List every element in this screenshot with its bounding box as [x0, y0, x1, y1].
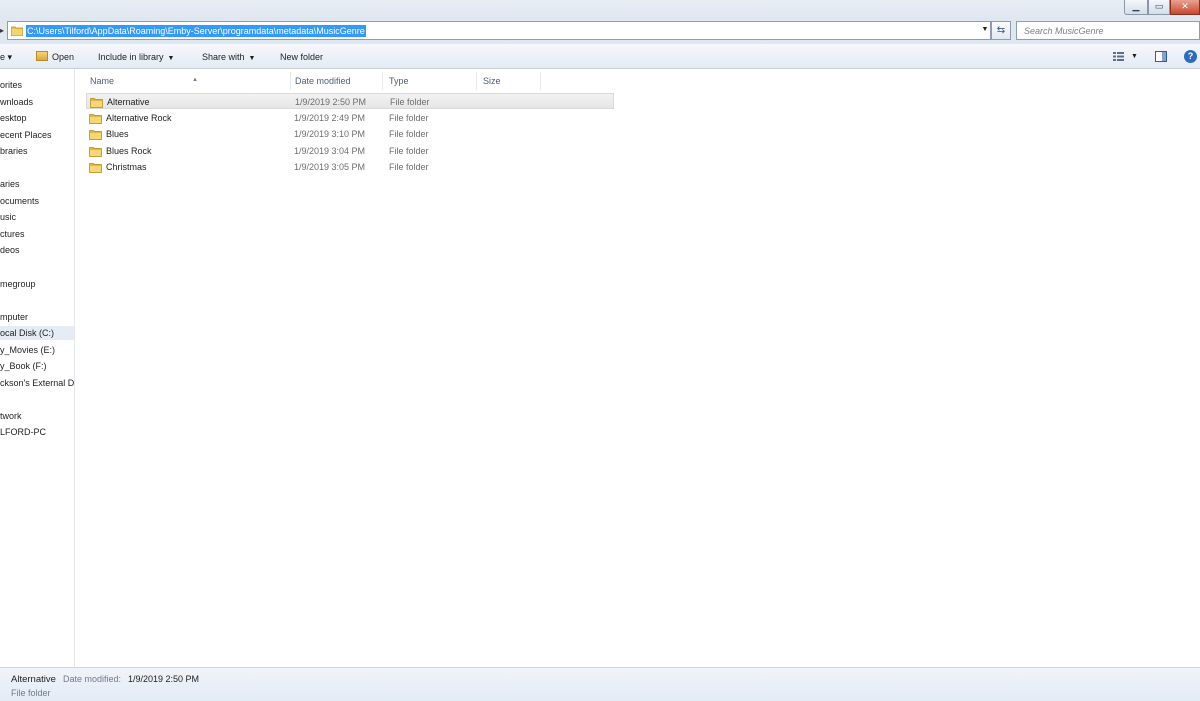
- file-type: File folder: [389, 145, 429, 156]
- nav-item[interactable]: y_Movies (E:): [0, 343, 55, 357]
- address-dropdown-icon[interactable]: ▼: [980, 24, 990, 36]
- folder-icon: [89, 163, 102, 173]
- file-date-modified: 1/9/2019 3:04 PM: [294, 145, 366, 156]
- maximize-button[interactable]: ▭: [1148, 0, 1170, 15]
- nav-item[interactable]: megroup: [0, 277, 36, 291]
- column-header-name[interactable]: Name ▲: [84, 72, 291, 90]
- file-date-modified: 1/9/2019 2:50 PM: [295, 97, 367, 107]
- column-header-size-label: Size: [483, 76, 501, 86]
- folder-icon: [89, 113, 102, 124]
- column-header-name-label: Name: [90, 76, 115, 86]
- details-pane: Alternative Date modified: 1/9/2019 2:50…: [0, 667, 1200, 701]
- help-icon[interactable]: ?: [1184, 50, 1197, 63]
- nav-item[interactable]: ocuments: [0, 194, 39, 208]
- file-type: File folder: [389, 112, 429, 123]
- search-placeholder: Search MusicGenre: [1024, 26, 1104, 36]
- chevron-down-icon: ▼: [248, 55, 256, 62]
- nav-item[interactable]: ecent Places: [0, 128, 52, 142]
- nav-item[interactable]: ocal Disk (C:): [0, 326, 74, 340]
- chevron-down-icon: ▼: [167, 55, 175, 62]
- column-header-size[interactable]: Size: [477, 72, 541, 90]
- details-date-value: 1/9/2019 2:50 PM: [128, 674, 200, 684]
- command-bar: e ▾ Open Include in library ▼ Share with ▼…: [0, 44, 1200, 69]
- nav-item[interactable]: aries: [0, 177, 20, 191]
- folder-icon: [89, 130, 102, 140]
- organize-button[interactable]: e ▾: [0, 50, 12, 64]
- share-with-button[interactable]: Share with ▼: [202, 50, 255, 64]
- folder-icon: [89, 146, 102, 157]
- nav-item[interactable]: deos: [0, 243, 20, 257]
- folder-icon: [11, 26, 23, 36]
- view-options-dropdown-icon[interactable]: ▼: [1131, 50, 1138, 64]
- file-date-modified: 1/9/2019 3:05 PM: [294, 162, 366, 172]
- file-type: File folder: [390, 97, 430, 107]
- column-header-type-label: Type: [389, 76, 409, 86]
- table-row[interactable]: Alternative 1/9/2019 2:50 PM File folder: [86, 93, 614, 109]
- open-folder-icon: [36, 51, 48, 61]
- preview-pane-icon[interactable]: [1155, 51, 1167, 62]
- breadcrumb-arrow-icon[interactable]: ▸: [0, 25, 7, 37]
- file-type: File folder: [389, 162, 429, 172]
- folder-icon: [90, 98, 103, 108]
- file-date-modified: 1/9/2019 2:49 PM: [294, 112, 366, 123]
- file-name: Alternative: [107, 97, 150, 107]
- share-with-label: Share with: [202, 52, 245, 62]
- file-name: Blues: [106, 129, 129, 139]
- open-label: Open: [52, 52, 75, 62]
- navigation-pane: orites wnloads esktop ecent Places braries ar…: [0, 69, 75, 667]
- close-button[interactable]: ✕: [1170, 0, 1200, 15]
- nav-item[interactable]: ckson's External D: [0, 376, 74, 390]
- include-in-library-label: Include in library: [98, 52, 164, 62]
- open-button[interactable]: Open: [36, 50, 74, 64]
- table-row[interactable]: Christmas 1/9/2019 3:05 PM File folder: [86, 159, 614, 175]
- new-folder-button[interactable]: New folder: [280, 50, 323, 64]
- nav-item[interactable]: y_Book (F:): [0, 359, 47, 373]
- refresh-button[interactable]: ⇆: [991, 21, 1011, 40]
- include-in-library-button[interactable]: Include in library ▼: [98, 50, 174, 64]
- search-input[interactable]: Search MusicGenre: [1016, 21, 1200, 40]
- address-path-text[interactable]: C:\Users\Tilford\AppData\Roaming\Emby-Se…: [26, 25, 366, 37]
- file-list: Name ▲ Date modified Type Size Alternati…: [76, 69, 1200, 667]
- column-header-date-modified[interactable]: Date modified: [289, 72, 383, 90]
- file-type: File folder: [389, 129, 429, 139]
- minimize-button[interactable]: ▁: [1124, 0, 1148, 15]
- sort-ascending-icon: ▲: [192, 77, 198, 83]
- file-name: Blues Rock: [106, 145, 152, 156]
- nav-item[interactable]: ctures: [0, 227, 25, 241]
- title-bar: ▁ ▭ ✕: [0, 0, 1200, 18]
- table-row[interactable]: Alternative Rock 1/9/2019 2:49 PM File fol…: [86, 110, 614, 126]
- nav-item[interactable]: twork: [0, 409, 22, 423]
- nav-item[interactable]: braries: [0, 144, 28, 158]
- change-view-icon[interactable]: [1113, 52, 1124, 61]
- file-date-modified: 1/9/2019 3:10 PM: [294, 129, 366, 139]
- table-row[interactable]: Blues Rock 1/9/2019 3:04 PM File folder: [86, 143, 614, 159]
- file-name: Alternative Rock: [106, 112, 172, 123]
- nav-item[interactable]: orites: [0, 78, 22, 92]
- address-bar[interactable]: C:\Users\Tilford\AppData\Roaming\Emby-Se…: [7, 21, 991, 40]
- details-type-value: File folder: [11, 688, 51, 698]
- nav-item[interactable]: mputer: [0, 310, 28, 324]
- nav-item[interactable]: LFORD-PC: [0, 425, 46, 439]
- nav-item[interactable]: wnloads: [0, 95, 33, 109]
- column-header-date-label: Date modified: [295, 76, 351, 86]
- column-header-type[interactable]: Type: [383, 72, 477, 90]
- nav-item[interactable]: esktop: [0, 111, 27, 125]
- details-file-name: Alternative: [11, 674, 56, 685]
- table-row[interactable]: Blues 1/9/2019 3:10 PM File folder: [86, 126, 614, 142]
- details-date-label: Date modified:: [63, 674, 122, 684]
- file-name: Christmas: [106, 162, 147, 172]
- nav-item[interactable]: usic: [0, 210, 16, 224]
